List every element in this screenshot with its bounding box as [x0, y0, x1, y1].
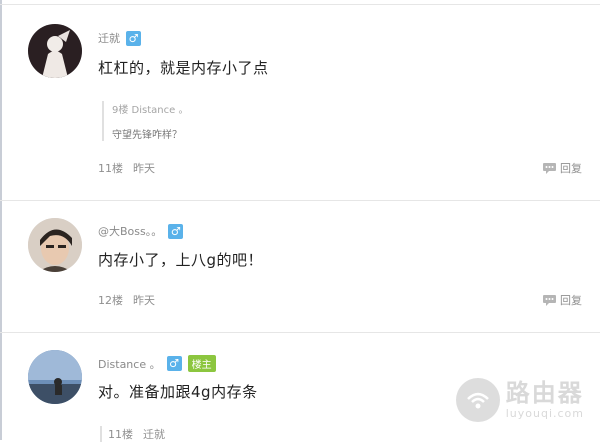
avatar[interactable] [28, 218, 82, 272]
username[interactable]: 迁就 [98, 30, 120, 46]
username-row: Distance 。 ♂ 楼主 [98, 355, 216, 372]
timestamp: 昨天 [133, 294, 155, 307]
comment-divider [0, 332, 600, 333]
avatar[interactable] [28, 350, 82, 404]
reply-button[interactable]: 回复 [543, 292, 582, 308]
comment-meta: 12楼 昨天 [98, 292, 155, 308]
comment-text: 对。准备加跟4g内存条 [98, 383, 258, 401]
floor-number: 11楼 [98, 162, 123, 175]
comment-meta: 11楼 昨天 [98, 160, 155, 176]
male-gender-icon: ♂ [166, 356, 182, 371]
owner-badge: 楼主 [187, 355, 216, 372]
male-gender-icon: ♂ [168, 223, 184, 239]
reply-button[interactable]: 回复 [543, 160, 582, 176]
floor-number: 12楼 [98, 294, 123, 307]
username[interactable]: @大Boss。。 [98, 223, 162, 239]
avatar[interactable] [28, 24, 82, 78]
male-gender-icon: ♂ [126, 30, 141, 46]
reply-label: 回复 [560, 162, 582, 175]
comment-text: 内存小了，上八g的吧！ [98, 251, 264, 269]
site-watermark: 路由器 luyouqi.com [455, 378, 584, 422]
top-divider [0, 4, 600, 5]
username-row: 迁就 ♂ [98, 30, 141, 46]
comment-text: 杠杠的，就是内存小了点 [98, 59, 269, 77]
timestamp: 昨天 [133, 162, 155, 175]
username[interactable]: Distance 。 [98, 356, 161, 372]
watermark-title: 路由器 [505, 378, 584, 407]
comment-divider [0, 200, 600, 201]
quote-text: 守望先锋咋样？ [112, 130, 182, 141]
router-logo-icon [455, 378, 500, 422]
comment-bubble-icon [543, 294, 556, 306]
left-border [0, 0, 2, 440]
watermark-domain: luyouqi.com [505, 406, 584, 420]
quoted-reply: 9楼 Distance 。 守望先锋咋样？ [102, 101, 188, 141]
avatar-image [28, 24, 82, 78]
avatar-image [28, 350, 82, 404]
avatar-image [28, 218, 82, 272]
comment-bubble-icon [543, 162, 556, 174]
username-row: @大Boss。。 ♂ [98, 223, 184, 239]
quote-meta: 9楼 Distance 。 [112, 105, 189, 116]
reply-label: 回复 [560, 294, 582, 307]
